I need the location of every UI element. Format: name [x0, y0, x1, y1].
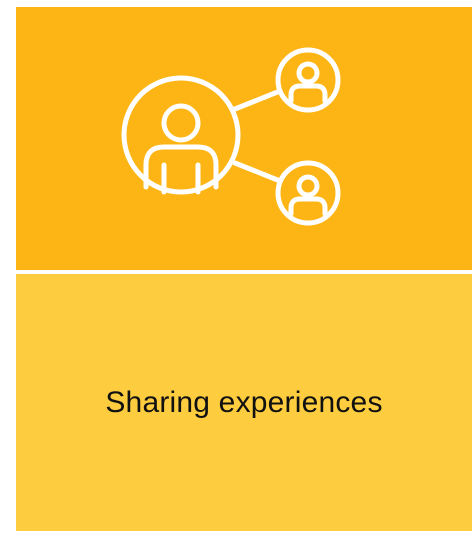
- tile-caption-area: Sharing experiences: [16, 274, 472, 531]
- tile-caption: Sharing experiences: [105, 385, 383, 419]
- tile-icon-area: [16, 7, 472, 270]
- share-network-users-icon: [116, 35, 366, 245]
- sharing-experiences-tile[interactable]: Sharing experiences: [16, 7, 472, 531]
